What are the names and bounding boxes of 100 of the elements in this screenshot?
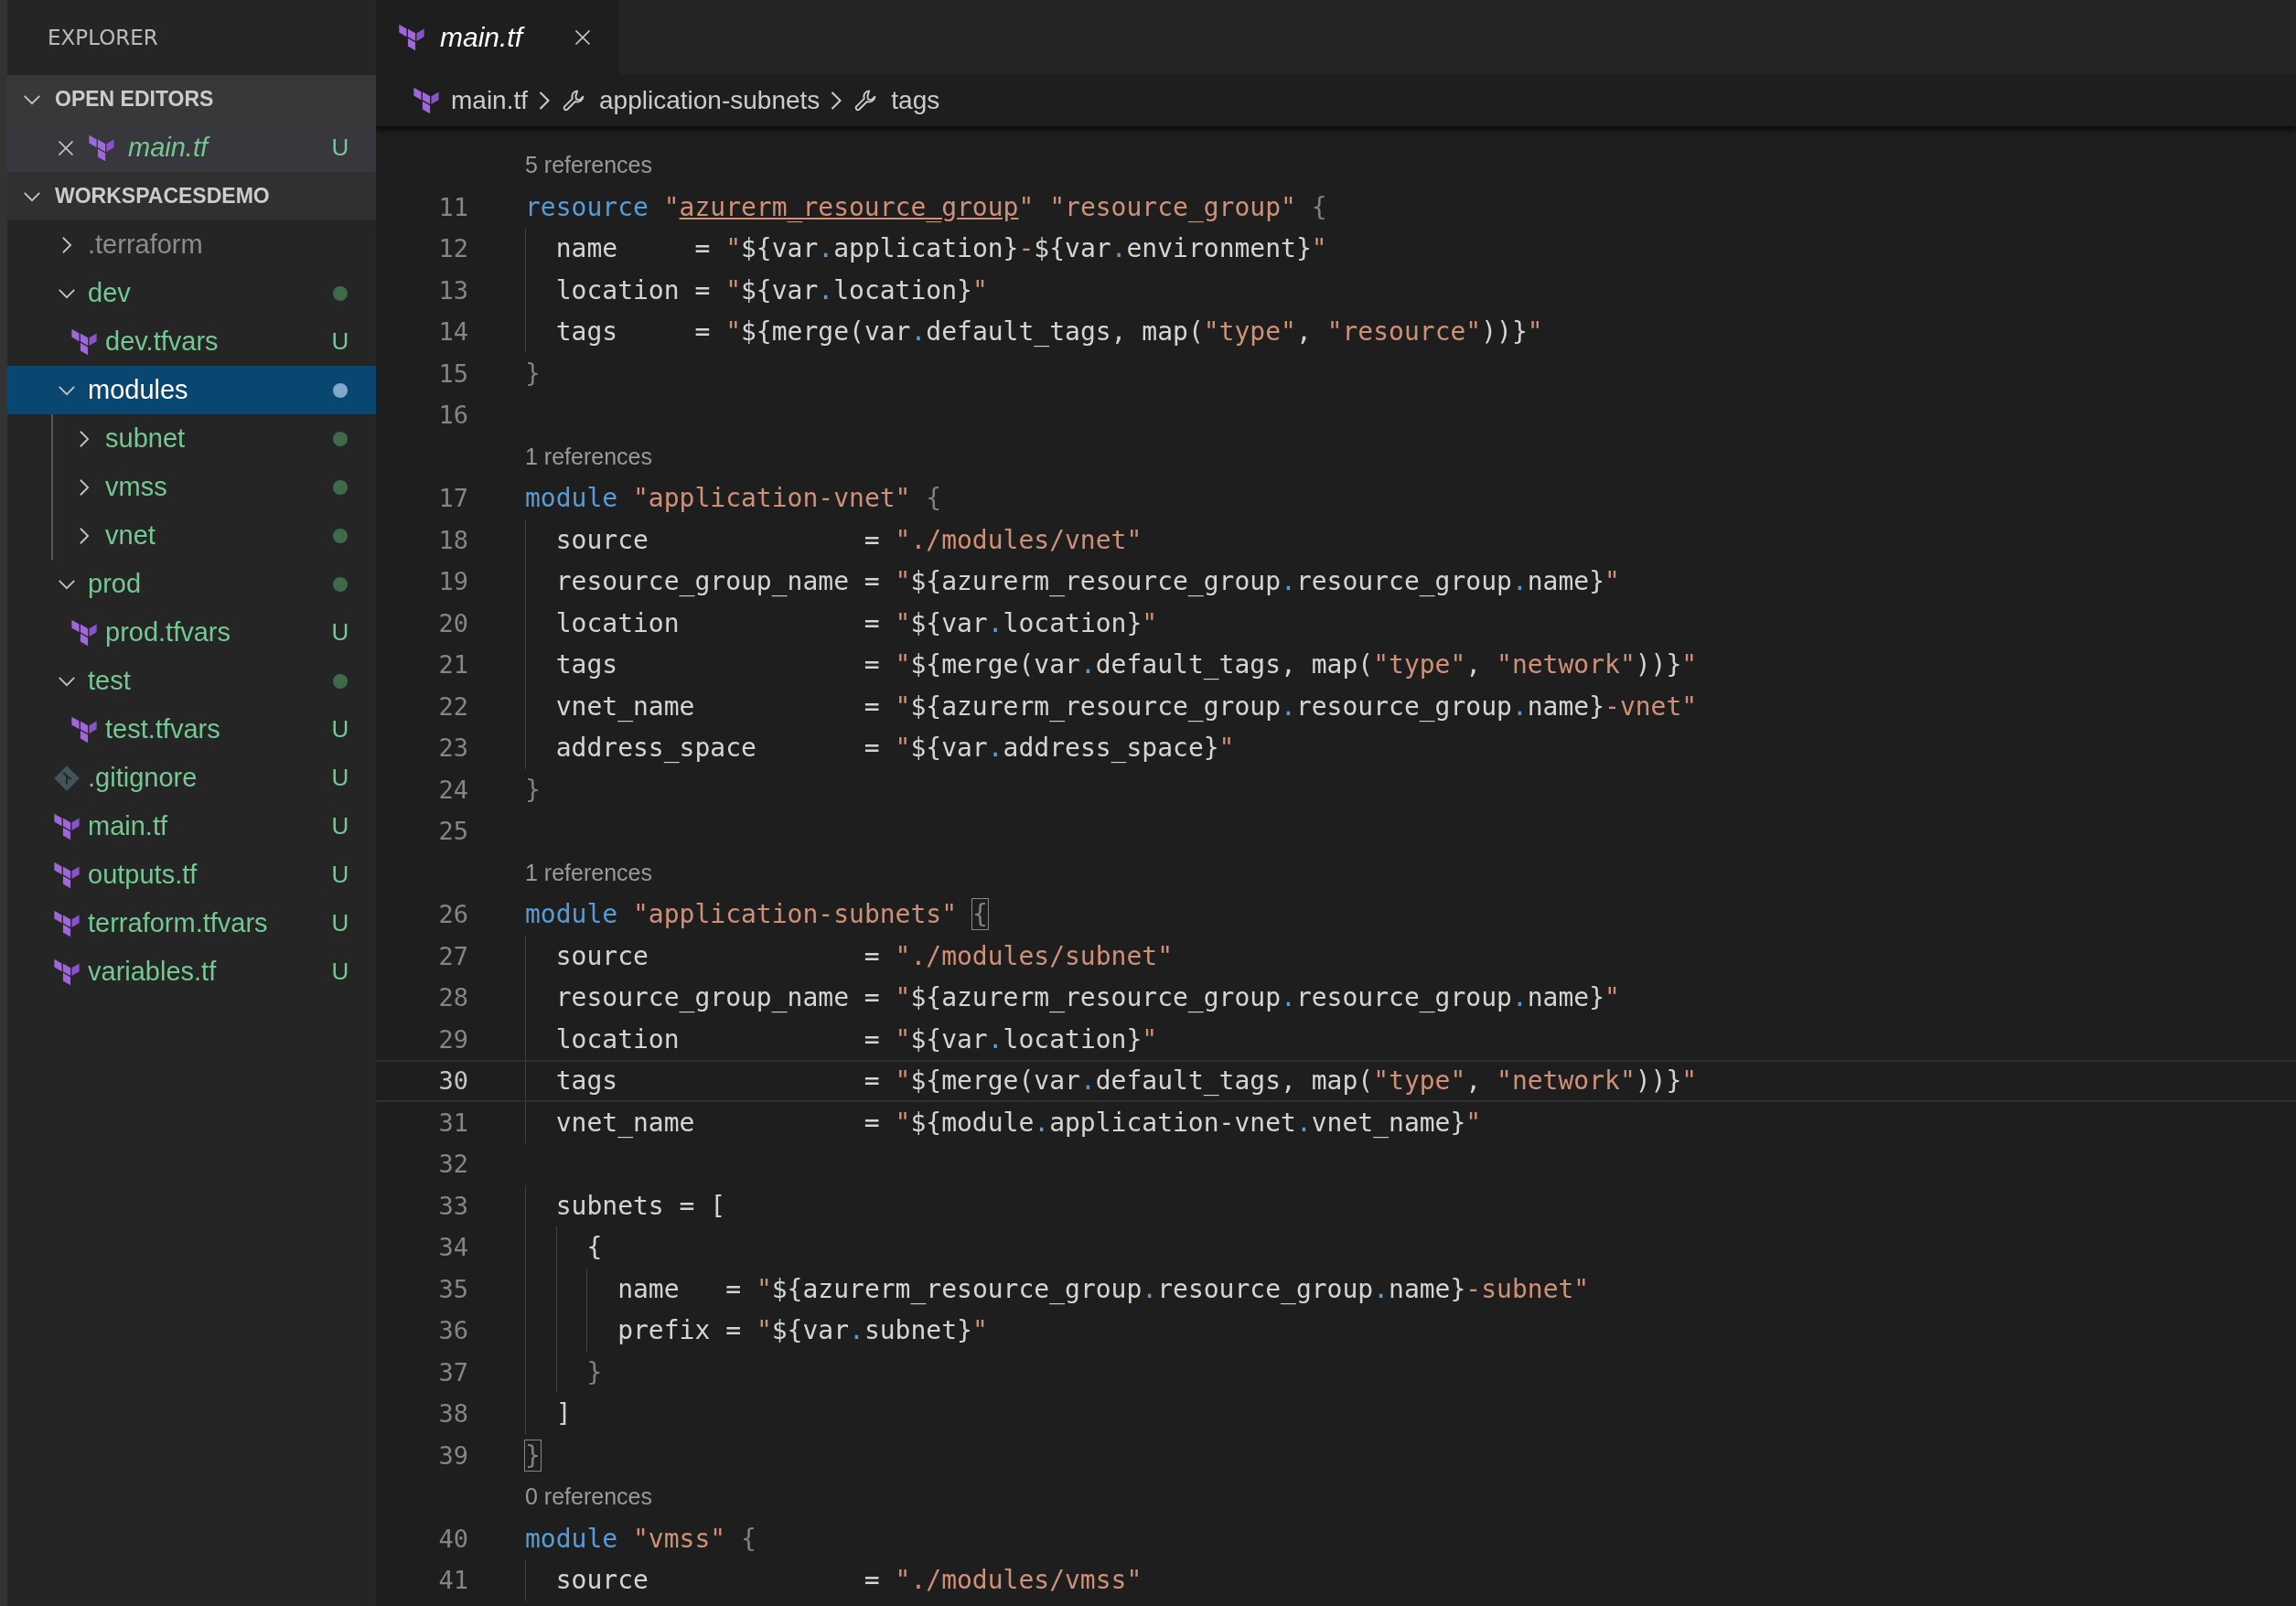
reference-count-link[interactable]: 1 references	[525, 859, 652, 886]
code-line: address_space = "${var.address_space}"	[525, 727, 1235, 769]
section-header[interactable]: WORKSPACESDEMO	[7, 172, 376, 220]
code-line: vnet_name = "${module.application-vnet.vnet_name}"	[525, 1101, 1482, 1143]
line-number: 31	[437, 1108, 468, 1137]
code-line: ]	[525, 1393, 572, 1435]
file-item[interactable]: main.tf U	[7, 802, 376, 851]
line-number: 32	[437, 1150, 468, 1179]
folder-item[interactable]: vnet	[7, 511, 376, 560]
code-line: source = "./modules/subnet"	[525, 935, 1173, 977]
sidebar-title: EXPLORER	[48, 26, 158, 49]
file-item[interactable]: outputs.tf U	[7, 851, 376, 899]
line-number: 21	[437, 650, 468, 680]
folder-item[interactable]: .terraform	[7, 220, 376, 269]
code-line: tags = "${merge(var.default_tags, map("type", "resource"))}"	[525, 311, 1543, 353]
code-line: prefix = "${var.subnet}"	[525, 1310, 988, 1352]
line-number: 27	[437, 941, 468, 970]
line-number: 15	[437, 359, 468, 388]
terraform-icon	[53, 958, 80, 986]
line-number: 24	[437, 775, 468, 804]
file-item[interactable]: variables.tf U	[7, 948, 376, 996]
terraform-icon	[53, 909, 80, 937]
line-number: 19	[437, 567, 468, 596]
reference-count-link[interactable]: 5 references	[525, 152, 652, 179]
code-line: vnet_name = "${azurerm_resource_group.resource_group.name}-vnet"	[525, 685, 1698, 727]
terraform-icon	[70, 618, 98, 647]
breadcrumb-item[interactable]: main.tf	[413, 86, 529, 115]
code-line: module "application-subnets" {	[525, 898, 988, 932]
line-number: 14	[437, 317, 468, 347]
line-number: 26	[437, 900, 468, 929]
file-item[interactable]: dev.tfvars U	[7, 317, 376, 366]
line-number: 30	[437, 1066, 468, 1096]
code-line: name = "${azurerm_resource_group.resource_group.name}-subnet"	[525, 1268, 1590, 1310]
code-line: tags = "${merge(var.default_tags, map("type", "network"))}"	[525, 644, 1698, 686]
line-number: 33	[437, 1191, 468, 1220]
terraform-icon	[53, 812, 80, 840]
code-line: }	[525, 1351, 603, 1393]
file-item[interactable]: test.tfvars U	[7, 705, 376, 754]
code-line: resource_group_name = "${azurerm_resource_group.resource_group.name}"	[525, 561, 1620, 603]
code-line: resource_group_name = "${azurerm_resource_group.resource_group.name}"	[525, 977, 1620, 1019]
line-number: 34	[437, 1233, 468, 1262]
section-header[interactable]: OPEN EDITORS	[7, 75, 376, 123]
line-number: 22	[437, 691, 468, 721]
code-line: tags = "${merge(var.default_tags, map("type", "network"))}"	[525, 1062, 1698, 1100]
git-icon	[53, 764, 80, 792]
editor-tab[interactable]: main.tf	[376, 0, 620, 75]
line-number: 35	[437, 1274, 468, 1303]
terraform-icon	[398, 24, 425, 51]
line-number: 38	[437, 1399, 468, 1429]
line-number: 25	[437, 817, 468, 846]
close-icon[interactable]	[574, 28, 593, 47]
code-line: module "application-vnet" {	[525, 482, 942, 516]
code-line: source = "./modules/vnet"	[525, 519, 1143, 561]
line-number: 36	[437, 1316, 468, 1345]
line-number: 13	[437, 275, 468, 305]
file-item[interactable]: terraform.tfvars U	[7, 899, 376, 948]
line-number: 11	[437, 192, 468, 221]
line-number: 39	[437, 1440, 468, 1470]
folder-item[interactable]: prod	[7, 560, 376, 608]
code-line: resource "azurerm_resource_group" "resource_group" {	[525, 190, 1327, 224]
line-number: 37	[437, 1357, 468, 1387]
terraform-icon	[88, 134, 115, 162]
line-number: 40	[437, 1524, 468, 1553]
breadcrumb-item[interactable]: tags	[853, 86, 940, 115]
code-line: location = "${var.location}"	[525, 1018, 1158, 1060]
reference-count-link[interactable]: 1 references	[525, 443, 652, 470]
code-line: location = "${var.location}"	[525, 602, 1158, 644]
file-item[interactable]: prod.tfvars U	[7, 608, 376, 657]
terraform-icon	[53, 861, 80, 889]
line-number: 20	[437, 608, 468, 637]
line-number: 29	[437, 1024, 468, 1054]
code-line: }	[525, 773, 541, 807]
close-icon[interactable]	[57, 138, 75, 157]
code-line: module "vmss" {	[525, 1522, 756, 1556]
code-line: location = "${var.location}"	[525, 269, 988, 311]
code-line: subnets = [	[525, 1184, 726, 1226]
open-editor-item[interactable]: main.tf U	[7, 123, 376, 172]
terraform-icon	[70, 327, 98, 356]
line-number: 16	[437, 401, 468, 430]
code-line: }	[525, 1439, 541, 1472]
folder-item[interactable]: vmss	[7, 463, 376, 511]
folder-item[interactable]: subnet	[7, 414, 376, 463]
folder-item[interactable]: modules	[7, 366, 376, 414]
line-number: 17	[437, 484, 468, 513]
code-line: }	[525, 357, 541, 391]
folder-item[interactable]: dev	[7, 269, 376, 317]
code-line: {	[525, 1226, 603, 1269]
line-number: 23	[437, 733, 468, 763]
file-item[interactable]: .gitignore U	[7, 754, 376, 802]
line-number: 18	[437, 525, 468, 554]
line-number: 41	[437, 1566, 468, 1595]
reference-count-link[interactable]: 0 references	[525, 1483, 652, 1511]
code-line: source = "./modules/vmss"	[525, 1559, 1143, 1601]
code-line: name = "${var.application}-${var.environment}"	[525, 228, 1327, 270]
terraform-icon	[70, 715, 98, 744]
line-number: 28	[437, 983, 468, 1012]
breadcrumb-item[interactable]: application-subnets	[561, 86, 821, 115]
line-number: 12	[437, 234, 468, 263]
terraform-icon	[413, 87, 440, 114]
folder-item[interactable]: test	[7, 657, 376, 705]
